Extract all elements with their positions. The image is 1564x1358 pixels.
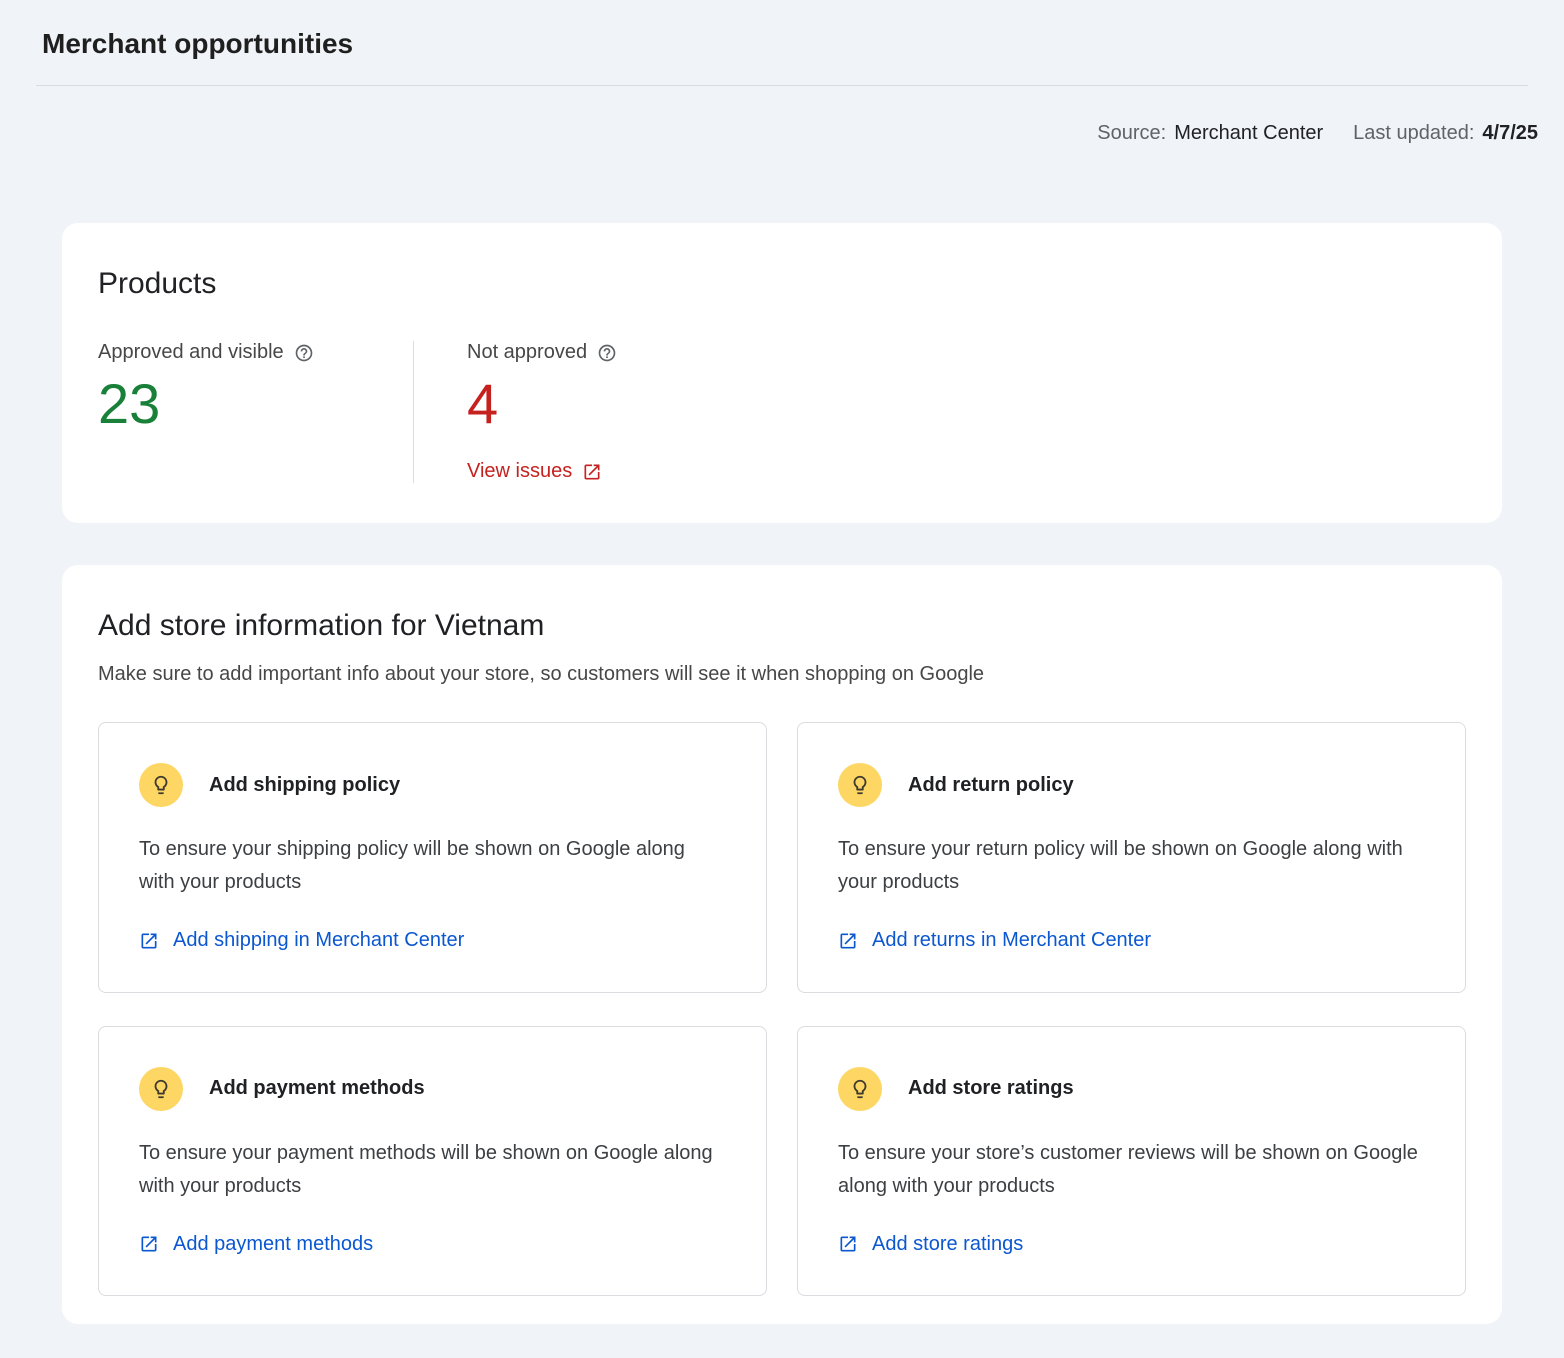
store-info-subtitle: Make sure to add important info about yo… — [98, 663, 1466, 686]
lightbulb-icon — [139, 1067, 183, 1111]
tip-link-label: Add store ratings — [872, 1233, 1023, 1256]
source-meta-row: Source: Merchant Center Last updated: 4/… — [0, 122, 1538, 145]
approved-stat: Approved and visible 23 — [98, 341, 413, 483]
lightbulb-icon — [139, 763, 183, 807]
not-approved-count: 4 — [467, 376, 617, 432]
tip-title: Add store ratings — [908, 1077, 1074, 1100]
add-shipping-link[interactable]: Add shipping in Merchant Center — [139, 929, 464, 952]
source-value: Merchant Center — [1174, 122, 1323, 145]
source-label: Source: — [1097, 122, 1166, 145]
tip-card-store-ratings: Add store ratings To ensure your store’s… — [797, 1026, 1466, 1297]
tip-title: Add return policy — [908, 774, 1074, 797]
external-link-icon — [838, 1234, 858, 1254]
page-title: Merchant opportunities — [42, 28, 1522, 60]
store-info-card: Add store information for Vietnam Make s… — [62, 565, 1502, 1324]
external-link-icon — [582, 462, 602, 482]
tip-card-payment-methods: Add payment methods To ensure your payme… — [98, 1026, 767, 1297]
add-payment-methods-link[interactable]: Add payment methods — [139, 1233, 373, 1256]
tip-link-label: Add returns in Merchant Center — [872, 929, 1151, 952]
not-approved-label: Not approved — [467, 341, 587, 364]
tip-title: Add shipping policy — [209, 774, 400, 797]
store-info-title: Add store information for Vietnam — [98, 609, 1466, 643]
external-link-icon — [838, 931, 858, 951]
tip-body: To ensure your return policy will be sho… — [838, 833, 1418, 899]
approved-count: 23 — [98, 376, 413, 432]
tip-body: To ensure your shipping policy will be s… — [139, 833, 719, 899]
add-returns-link[interactable]: Add returns in Merchant Center — [838, 929, 1151, 952]
last-updated-label: Last updated: — [1353, 122, 1474, 145]
help-icon[interactable] — [294, 343, 314, 363]
help-icon[interactable] — [597, 343, 617, 363]
external-link-icon — [139, 1234, 159, 1254]
approved-label: Approved and visible — [98, 341, 284, 364]
products-stats: Approved and visible 23 Not approved 4 V… — [98, 341, 1466, 483]
external-link-icon — [139, 931, 159, 951]
lightbulb-icon — [838, 1067, 882, 1111]
view-issues-label: View issues — [467, 460, 572, 483]
lightbulb-icon — [838, 763, 882, 807]
tip-card-shipping-policy: Add shipping policy To ensure your shipp… — [98, 722, 767, 993]
tips-grid: Add shipping policy To ensure your shipp… — [98, 722, 1466, 1296]
tip-body: To ensure your store’s customer reviews … — [838, 1137, 1418, 1203]
source-group: Source: Merchant Center — [1097, 122, 1323, 145]
tip-link-label: Add payment methods — [173, 1233, 373, 1256]
tip-link-label: Add shipping in Merchant Center — [173, 929, 464, 952]
products-title: Products — [98, 267, 1466, 301]
tip-card-return-policy: Add return policy To ensure your return … — [797, 722, 1466, 993]
add-store-ratings-link[interactable]: Add store ratings — [838, 1233, 1023, 1256]
page-header: Merchant opportunities — [36, 0, 1528, 86]
not-approved-stat: Not approved 4 View issues — [414, 341, 617, 483]
products-card: Products Approved and visible 23 Not app… — [62, 223, 1502, 523]
tip-title: Add payment methods — [209, 1077, 425, 1100]
last-updated-group: Last updated: 4/7/25 — [1353, 122, 1538, 145]
view-issues-link[interactable]: View issues — [467, 460, 602, 483]
last-updated-value: 4/7/25 — [1482, 122, 1538, 145]
tip-body: To ensure your payment methods will be s… — [139, 1137, 719, 1203]
